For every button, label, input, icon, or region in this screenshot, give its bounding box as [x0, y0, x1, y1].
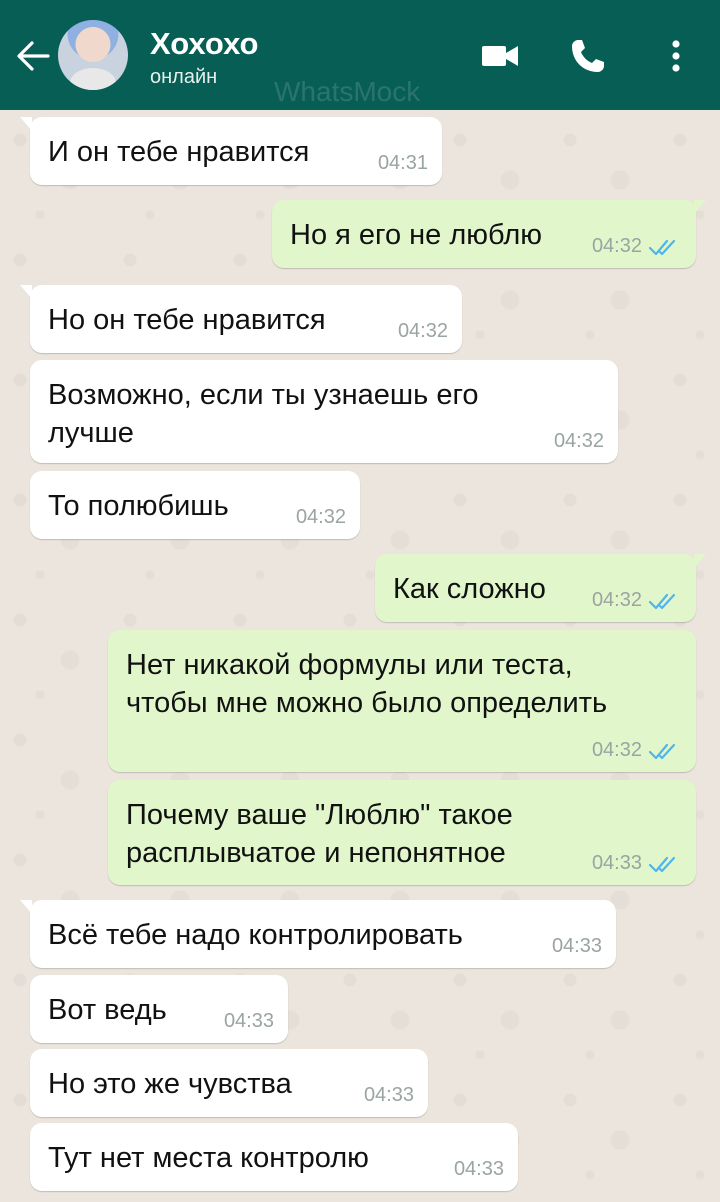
message-text: Но это же чувства [48, 1068, 292, 1100]
contact-status: онлайн [150, 66, 218, 88]
message-text: Но я его не люблю [290, 219, 542, 251]
message-incoming[interactable]: Всё тебе надо контролировать 04:33 [20, 900, 616, 968]
message-text: То полюбишь [48, 490, 229, 522]
message-time: 04:33 [591, 852, 642, 874]
message-meta: 04:32 [592, 589, 682, 612]
double-check-icon [648, 239, 676, 255]
double-check-icon [648, 743, 676, 759]
message-text: Нет никакой формулы или теста, чтобы мне… [126, 649, 608, 719]
message-meta: 04:31 [378, 152, 428, 175]
contact-name[interactable]: Хохохо [150, 26, 258, 62]
message-outgoing[interactable]: Почему ваше "Люблю" такое расплывчатое и… [108, 780, 696, 885]
message-text: Возможно, если ты узнаешь его лучше [48, 379, 479, 449]
message-meta: 04:32 [296, 506, 346, 529]
message-meta: 04:33 [552, 935, 602, 958]
double-check-icon [648, 856, 676, 872]
message-outgoing[interactable]: Но я его не люблю 04:32 [272, 200, 706, 268]
message-incoming[interactable]: Вот ведь 04:33 [30, 975, 288, 1043]
avatar-shoulders [70, 68, 116, 90]
message-time: 04:32 [553, 430, 604, 452]
message-outgoing[interactable]: Как сложно 04:32 [375, 554, 706, 622]
message-meta: 04:32 [592, 235, 682, 258]
message-time: 04:33 [363, 1084, 414, 1106]
avatar[interactable] [58, 20, 128, 90]
message-time: 04:33 [223, 1010, 274, 1032]
arrow-left-icon[interactable] [10, 33, 56, 79]
message-outgoing[interactable]: Нет никакой формулы или теста, чтобы мне… [108, 630, 696, 772]
message-time: 04:31 [377, 152, 428, 174]
video-camera-icon[interactable] [478, 34, 522, 78]
message-incoming[interactable]: Тут нет места контролю 04:33 [30, 1123, 518, 1191]
message-meta: 04:32 [554, 430, 604, 453]
message-text: И он тебе нравится [48, 136, 310, 168]
message-meta: 04:33 [224, 1010, 274, 1033]
message-time: 04:32 [397, 320, 448, 342]
message-incoming[interactable]: Но это же чувства 04:33 [30, 1049, 428, 1117]
message-text: Всё тебе надо контролировать [48, 919, 463, 951]
message-list[interactable]: И он тебе нравится 04:31 Но я его не люб… [0, 0, 720, 1202]
message-text: Но он тебе нравится [48, 304, 326, 336]
message-time: 04:33 [551, 935, 602, 957]
message-time: 04:33 [453, 1158, 504, 1180]
message-text: Как сложно [393, 573, 546, 605]
message-meta: 04:33 [454, 1158, 504, 1181]
message-meta: 04:33 [592, 852, 682, 875]
message-incoming[interactable]: То полюбишь 04:32 [30, 471, 360, 539]
message-incoming[interactable]: Возможно, если ты узнаешь его лучше 04:3… [30, 360, 618, 463]
message-incoming[interactable]: И он тебе нравится 04:31 [20, 117, 442, 185]
chat-header: Хохохо онлайн WhatsMock [0, 0, 720, 110]
phone-icon[interactable] [566, 34, 610, 78]
message-time: 04:32 [591, 589, 642, 611]
message-meta: 04:32 [592, 739, 682, 762]
message-text: Вот ведь [48, 994, 167, 1026]
message-time: 04:32 [591, 739, 642, 761]
double-check-icon [648, 593, 676, 609]
message-meta: 04:32 [398, 320, 448, 343]
message-time: 04:32 [295, 506, 346, 528]
message-incoming[interactable]: Но он тебе нравится 04:32 [20, 285, 462, 353]
message-text: Почему ваше "Люблю" такое расплывчатое и… [126, 799, 513, 869]
more-vertical-icon[interactable] [654, 34, 698, 78]
message-time: 04:32 [591, 235, 642, 257]
message-text: Тут нет места контролю [48, 1142, 369, 1174]
message-meta: 04:33 [364, 1084, 414, 1107]
watermark-text: WhatsMock [274, 76, 421, 107]
